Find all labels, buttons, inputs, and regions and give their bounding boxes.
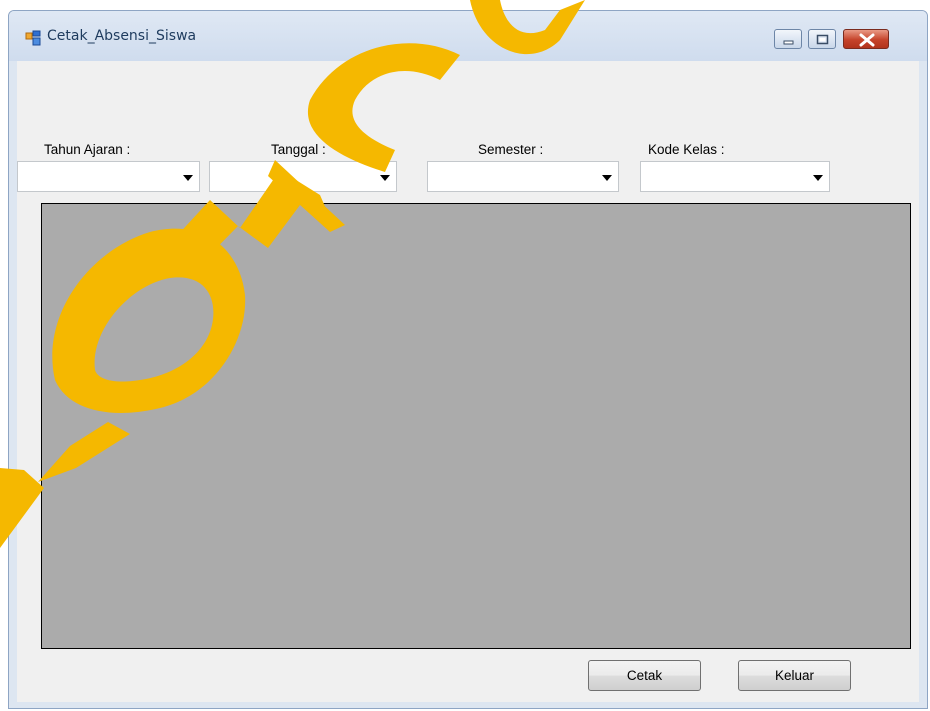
chevron-down-icon	[380, 175, 390, 181]
semester-label: Semester :	[478, 142, 544, 157]
minimize-icon	[783, 40, 794, 45]
report-viewer[interactable]	[41, 203, 911, 649]
close-icon	[859, 33, 875, 47]
tahun-ajaran-dropdown[interactable]	[17, 161, 200, 192]
title-bar: Cetak_Absensi_Siswa	[9, 11, 927, 61]
tahun-ajaran-label: Tahun Ajaran :	[44, 142, 131, 157]
close-button[interactable]	[843, 29, 889, 49]
maximize-icon	[816, 34, 829, 45]
maximize-button[interactable]	[808, 29, 836, 49]
chevron-down-icon	[813, 175, 823, 181]
keluar-button[interactable]: Keluar	[738, 660, 851, 691]
window-title: Cetak_Absensi_Siswa	[47, 28, 197, 44]
kode-kelas-label: Kode Kelas :	[648, 142, 725, 157]
minimize-button[interactable]	[774, 29, 802, 49]
tanggal-dropdown[interactable]	[209, 161, 397, 192]
kode-kelas-dropdown[interactable]	[640, 161, 830, 192]
tanggal-label: Tanggal :	[271, 142, 326, 157]
semester-dropdown[interactable]	[427, 161, 619, 192]
chevron-down-icon	[602, 175, 612, 181]
cetak-button[interactable]: Cetak	[588, 660, 701, 691]
app-icon	[25, 30, 41, 46]
form-client-area: Tahun Ajaran : Tanggal : Semester : Kode…	[17, 61, 919, 702]
chevron-down-icon	[183, 175, 193, 181]
app-window: Cetak_Absensi_Siswa Tahun Ajaran : Tangg…	[8, 10, 928, 709]
